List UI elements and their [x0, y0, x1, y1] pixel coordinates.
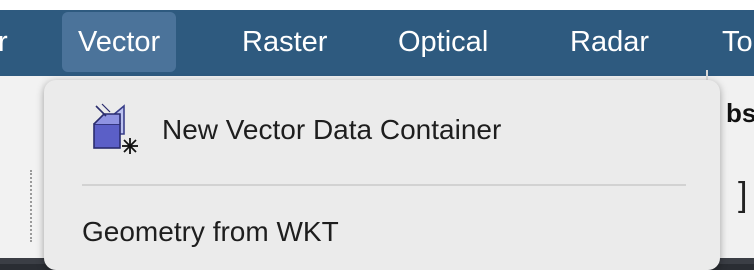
top-window-strip	[0, 0, 754, 10]
toolbar-grip	[30, 170, 32, 242]
menu-previous-truncated[interactable]: r	[0, 10, 8, 76]
new-vector-container-icon	[90, 102, 142, 156]
underlying-bracket: ]	[738, 176, 748, 214]
menu-item-label: New Vector Data Container	[162, 114, 502, 145]
menu-raster[interactable]: Raster	[242, 10, 327, 76]
menu-radar[interactable]: Radar	[570, 10, 649, 76]
menu-item-geometry-from-wkt[interactable]: Geometry from WKT	[44, 206, 720, 266]
underlying-partial-text: bs	[726, 98, 754, 128]
menu-item-label: Geometry from WKT	[82, 216, 339, 247]
menu-vector[interactable]: Vector	[62, 12, 177, 72]
menu-tools-truncated[interactable]: To	[722, 10, 753, 76]
menu-optical[interactable]: Optical	[398, 10, 488, 76]
menu-item-new-vector-data-container[interactable]: New Vector Data Container	[44, 102, 720, 162]
vector-dropdown-menu: New Vector Data Container Geometry from …	[44, 80, 720, 270]
menu-bar: r Vector Raster Optical Radar To	[0, 10, 754, 76]
underlying-window-left-panel	[0, 76, 42, 264]
menu-separator	[82, 184, 686, 186]
